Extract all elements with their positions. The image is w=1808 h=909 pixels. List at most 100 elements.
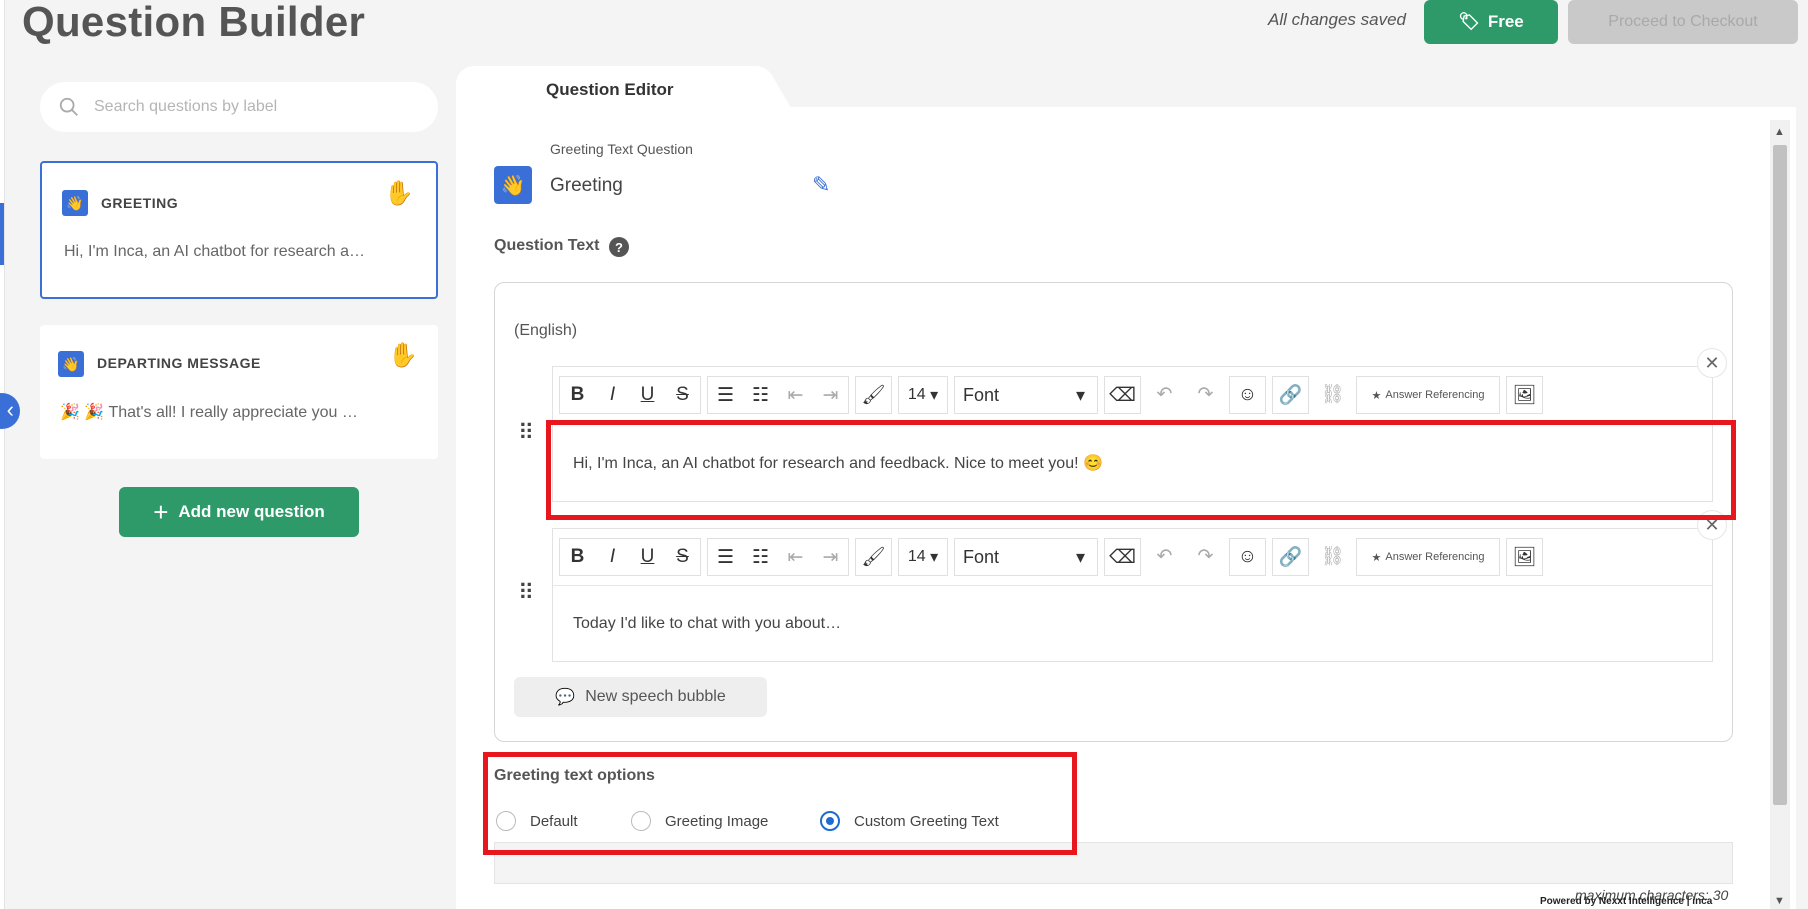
card-label: DEPARTING MESSAGE <box>97 355 261 371</box>
toolbar-divider <box>553 585 1712 586</box>
link-group: 🔗 <box>1272 376 1309 414</box>
card-preview-text: Hi, I'm Inca, an AI chatbot for research… <box>64 243 365 260</box>
new-bubble-label: New speech bubble <box>585 688 726 705</box>
bold-button[interactable]: B <box>560 539 595 575</box>
indent-icon[interactable]: ⇥ <box>813 539 848 575</box>
new-speech-bubble-button[interactable]: 💬 New speech bubble <box>514 677 767 717</box>
drag-hand-icon[interactable]: ✋ <box>384 179 414 208</box>
card-label: GREETING <box>101 195 179 211</box>
wave-icon: 👋 <box>58 351 84 377</box>
strikethrough-button[interactable]: S <box>665 539 700 575</box>
rich-text-toolbar: B I U S ☰ ☷ ⇤ ⇥ 🖌 14 ▾ Font ▾ ⌫ ↶ ↷ ☺ 🔗 ⛓… <box>559 538 1543 576</box>
emoji-group: ☺ <box>1229 538 1266 576</box>
redo-icon[interactable]: ↷ <box>1188 376 1223 412</box>
question-name: Greeting <box>550 175 623 196</box>
add-question-button[interactable]: + Add new question <box>119 487 359 537</box>
bullet-list-icon[interactable]: ☰ <box>708 377 743 413</box>
image-icon[interactable]: 🖼 <box>1507 539 1542 575</box>
plus-icon: + <box>153 496 169 527</box>
tab-question-editor[interactable]: Question Editor <box>456 66 752 112</box>
outdent-icon[interactable]: ⇤ <box>778 539 813 575</box>
bold-button[interactable]: B <box>560 377 595 413</box>
question-card-greeting[interactable]: 👋 GREETING ✋ Hi, I'm Inca, an AI chatbot… <box>40 161 438 299</box>
edit-pencil-icon[interactable]: ✎ <box>812 172 830 198</box>
brush-icon[interactable]: 🖌 <box>856 377 891 413</box>
page-title: Question Builder <box>22 0 366 45</box>
drag-handle-icon[interactable]: ⠿ <box>518 580 534 606</box>
color-group: 🖌 <box>855 538 892 576</box>
star-icon: ★ <box>1371 551 1382 564</box>
tag-icon: 🏷 <box>1458 12 1480 31</box>
answer-referencing-inner: ★ Answer Referencing <box>1357 377 1499 413</box>
drag-hand-icon[interactable]: ✋ <box>388 341 418 370</box>
font-size-value: 14 ▾ <box>907 548 939 566</box>
eraser-icon[interactable]: ⌫ <box>1105 377 1140 413</box>
question-text-label: Question Text <box>494 237 600 254</box>
add-question-label: Add new question <box>178 502 325 521</box>
link-icon[interactable]: 🔗 <box>1273 539 1308 575</box>
image-icon[interactable]: 🖼 <box>1507 377 1542 413</box>
scrollbar[interactable]: ▲ ▼ <box>1770 120 1790 909</box>
eraser-group: ⌫ <box>1104 376 1141 414</box>
underline-button[interactable]: U <box>630 539 665 575</box>
italic-button[interactable]: I <box>595 539 630 575</box>
highlight-box-options <box>483 752 1077 855</box>
link-icon[interactable]: 🔗 <box>1273 377 1308 413</box>
numbered-list-icon[interactable]: ☷ <box>743 377 778 413</box>
bullet-list-icon[interactable]: ☰ <box>708 539 743 575</box>
font-size-select[interactable]: 14 ▾ <box>898 538 948 576</box>
underline-button[interactable]: U <box>630 377 665 413</box>
font-select-inner: Font ▾ <box>955 377 1097 413</box>
wave-icon: 👋 <box>494 166 532 204</box>
font-size-select[interactable]: 14 ▾ <box>898 376 948 414</box>
language-label: (English) <box>514 322 578 339</box>
font-size-text: 14 <box>907 386 926 403</box>
link-group: 🔗 <box>1272 538 1309 576</box>
drag-handle-icon[interactable]: ⠿ <box>518 420 534 446</box>
indent-icon[interactable]: ⇥ <box>813 377 848 413</box>
image-group: 🖼 <box>1506 376 1543 414</box>
redo-icon[interactable]: ↷ <box>1188 538 1223 574</box>
rich-text-toolbar: B I U S ☰ ☷ ⇤ ⇥ 🖌 14 ▾ Font ▾ ⌫ ↶ ↷ ☺ 🔗 ⛓… <box>559 376 1543 414</box>
help-icon[interactable]: ? <box>609 237 629 257</box>
italic-button[interactable]: I <box>595 377 630 413</box>
emoji-icon[interactable]: ☺ <box>1230 377 1265 413</box>
unlink-icon[interactable]: ⛓ <box>1315 538 1350 574</box>
brush-icon[interactable]: 🖌 <box>856 539 891 575</box>
free-plan-button[interactable]: 🏷 Free <box>1424 0 1558 44</box>
undo-icon[interactable]: ↶ <box>1147 538 1182 574</box>
checkout-button[interactable]: Proceed to Checkout <box>1568 0 1798 44</box>
answer-referencing-button[interactable]: ★ Answer Referencing <box>1356 376 1500 414</box>
powered-by-logo: Powered by Nexxt Intelligence | inca <box>1540 896 1713 907</box>
star-icon: ★ <box>1371 389 1382 402</box>
tab-label: Question Editor <box>546 80 674 99</box>
emoji-group: ☺ <box>1229 376 1266 414</box>
eraser-icon[interactable]: ⌫ <box>1105 539 1140 575</box>
font-select-inner: Font ▾ <box>955 539 1097 575</box>
bubble-text[interactable]: Today I'd like to chat with you about… <box>573 615 841 633</box>
search-input[interactable] <box>94 98 394 116</box>
answer-referencing-inner: ★ Answer Referencing <box>1357 539 1499 575</box>
collapse-sidebar-button[interactable] <box>0 393 20 429</box>
save-status: All changes saved <box>1268 10 1406 29</box>
list-group: ☰ ☷ ⇤ ⇥ <box>707 376 849 414</box>
font-select[interactable]: Font ▾ <box>954 538 1098 576</box>
search-box[interactable] <box>40 82 438 132</box>
unlink-icon[interactable]: ⛓ <box>1315 376 1350 412</box>
outdent-icon[interactable]: ⇤ <box>778 377 813 413</box>
strikethrough-button[interactable]: S <box>665 377 700 413</box>
scroll-thumb[interactable] <box>1773 145 1787 805</box>
question-card-departing[interactable]: 👋 DEPARTING MESSAGE ✋ 🎉 🎉 That's all! I … <box>40 325 438 459</box>
font-select[interactable]: Font ▾ <box>954 376 1098 414</box>
font-size-value: 14 ▾ <box>907 386 939 404</box>
numbered-list-icon[interactable]: ☷ <box>743 539 778 575</box>
undo-icon[interactable]: ↶ <box>1147 376 1182 412</box>
answer-referencing-label: Answer Referencing <box>1385 389 1485 401</box>
scroll-up-icon[interactable]: ▲ <box>1774 126 1785 138</box>
scroll-down-icon[interactable]: ▼ <box>1774 895 1785 907</box>
answer-referencing-label: Answer Referencing <box>1385 551 1485 563</box>
close-icon[interactable]: ✕ <box>1697 348 1727 378</box>
image-group: 🖼 <box>1506 538 1543 576</box>
answer-referencing-button[interactable]: ★ Answer Referencing <box>1356 538 1500 576</box>
emoji-icon[interactable]: ☺ <box>1230 539 1265 575</box>
